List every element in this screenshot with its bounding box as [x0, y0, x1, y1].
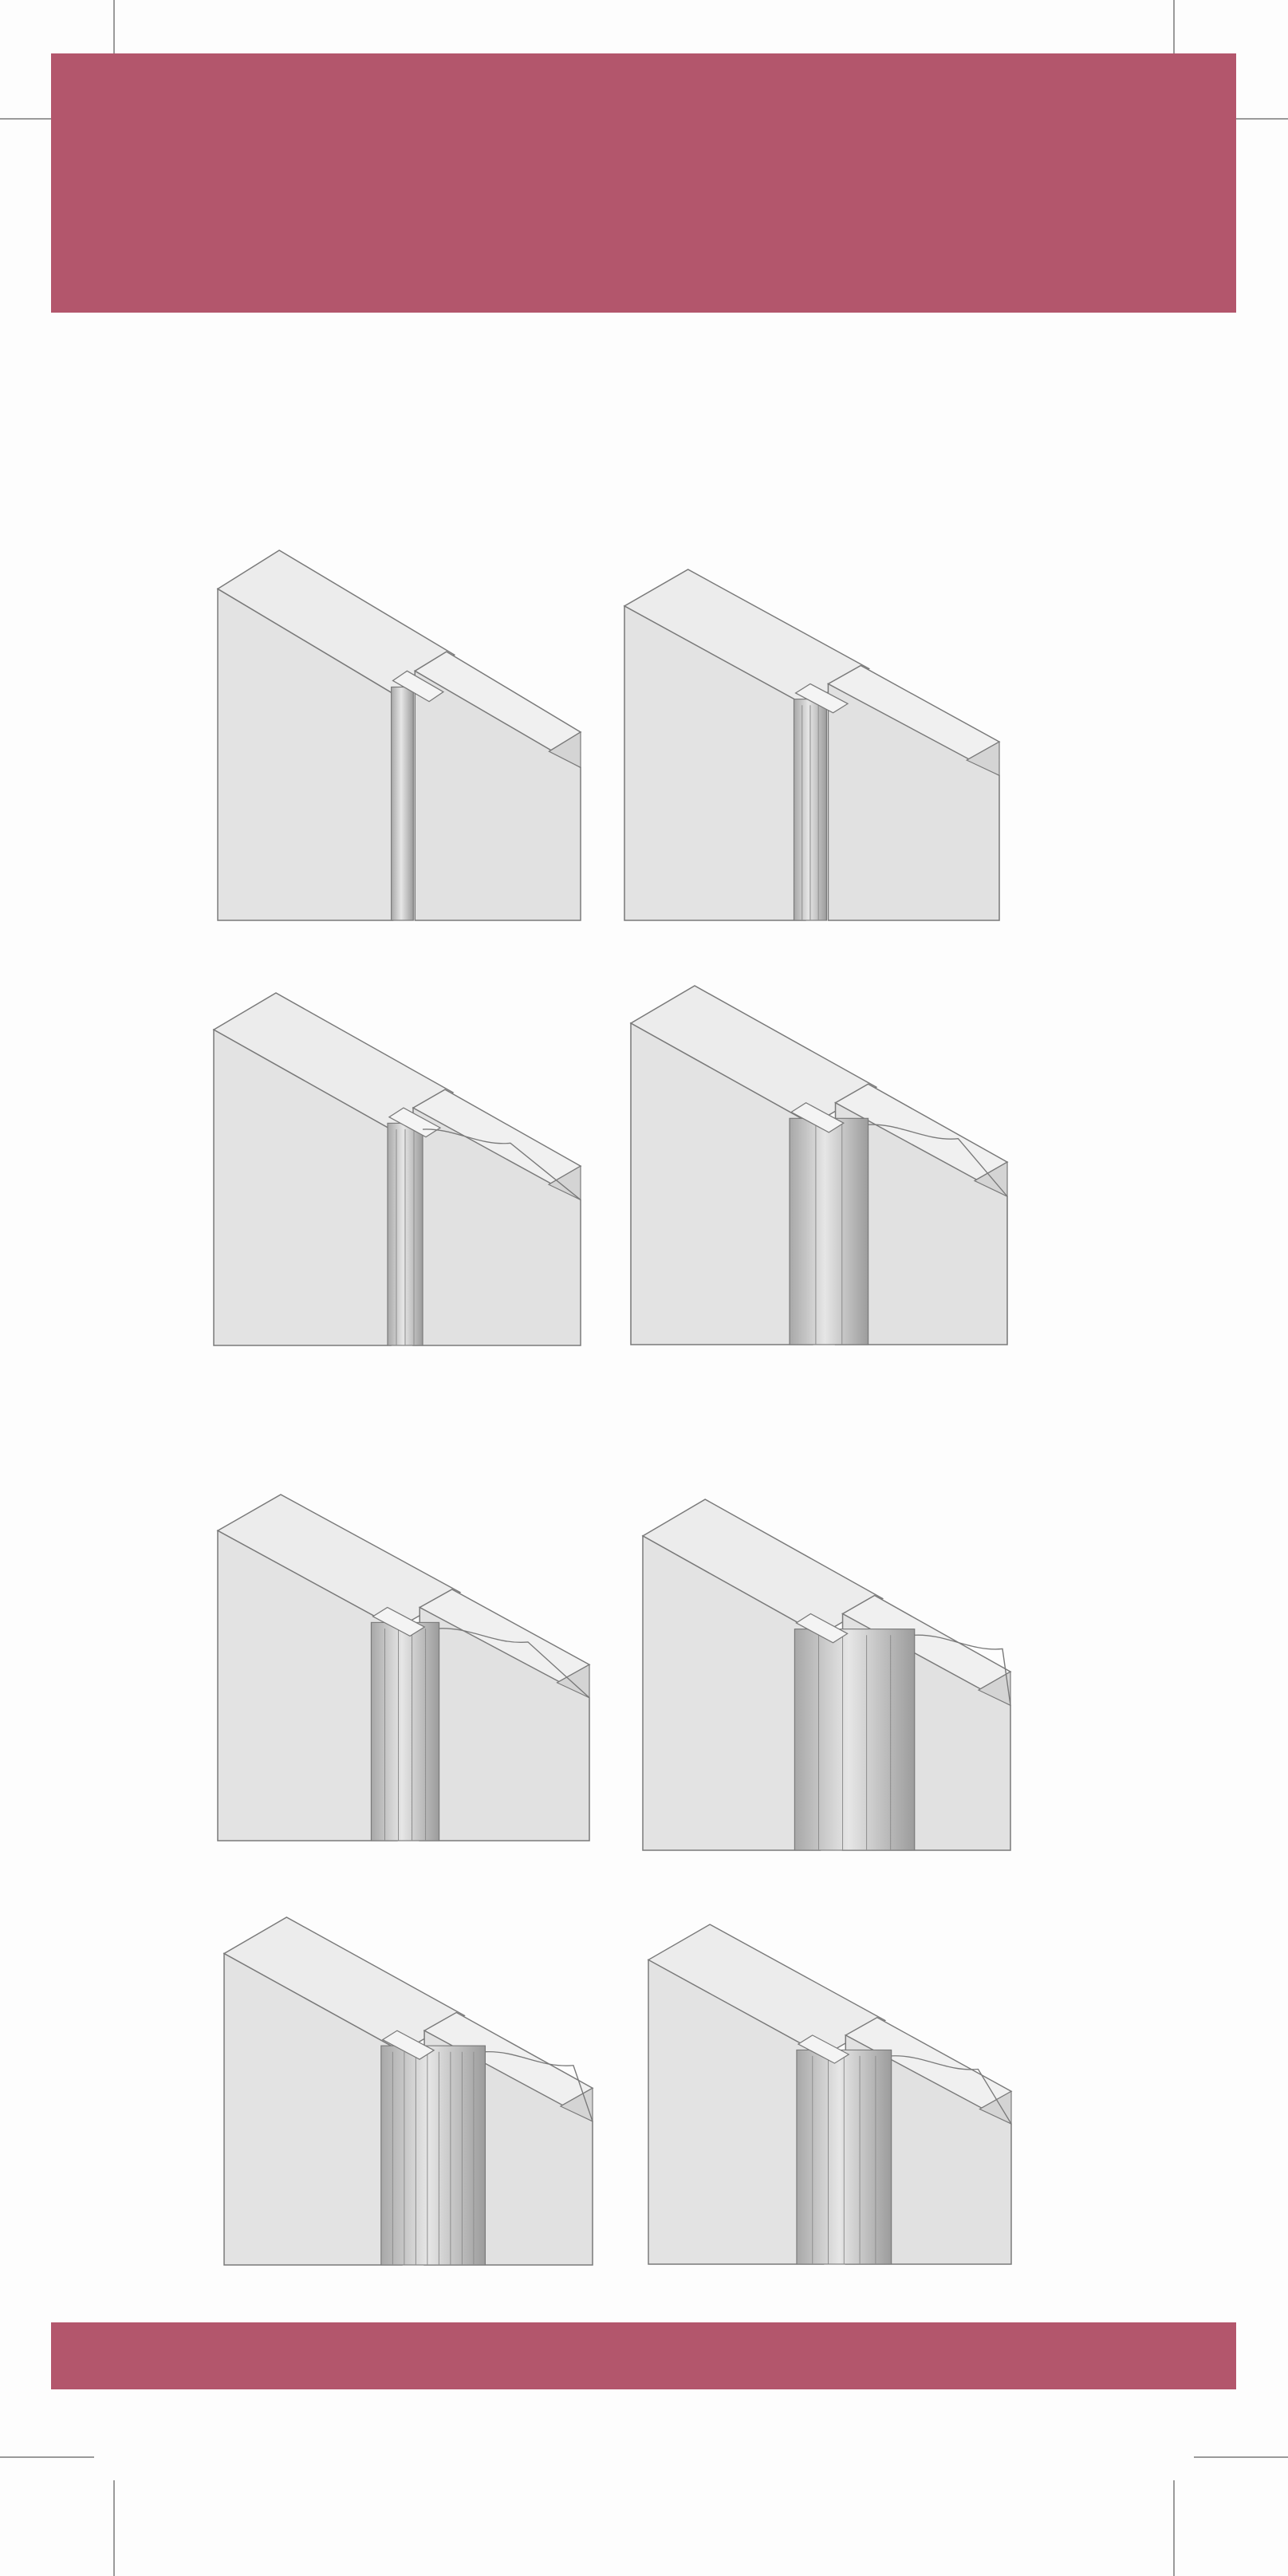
profile-round-bead-reed-ogee-tongue: [647, 1924, 1013, 2265]
profile-drawing: [216, 1494, 591, 1841]
crop-mark-bottom-right-horizontal: [1194, 2456, 1288, 2458]
profile-multi-reed-ogee: [223, 1916, 594, 2266]
crop-mark-bottom-left-horizontal: [0, 2456, 94, 2458]
profile-plain-square-groove: [216, 549, 582, 921]
joint-moulding: [391, 686, 414, 921]
profile-large-round-bead-tongue: [629, 985, 1009, 1345]
profile-drawing: [216, 549, 582, 921]
profile-bead-with-cove-tongue: [212, 992, 582, 1346]
joint-moulding: [380, 2045, 486, 2266]
profile-drawing: [641, 1499, 1012, 1851]
profile-cove-bead-long-ogee: [216, 1494, 591, 1841]
crop-mark-bottom-left-vertical: [113, 2480, 115, 2576]
profile-drawing: [629, 985, 1009, 1345]
profile-bead-fillet-ogee-step: [641, 1499, 1012, 1851]
profile-drawing: [647, 1924, 1013, 2265]
crop-mark-bottom-right-vertical: [1173, 2480, 1175, 2576]
profile-drawing: [212, 992, 582, 1346]
profile-drawing: [223, 1916, 594, 2266]
joint-moulding: [794, 1629, 916, 1851]
header-band: [51, 53, 1236, 313]
joint-moulding: [370, 1621, 440, 1841]
profile-drawing: [623, 569, 1001, 921]
joint-moulding: [789, 1117, 869, 1345]
footer-band: [51, 2322, 1236, 2389]
profile-double-bead-groove: [623, 569, 1001, 921]
